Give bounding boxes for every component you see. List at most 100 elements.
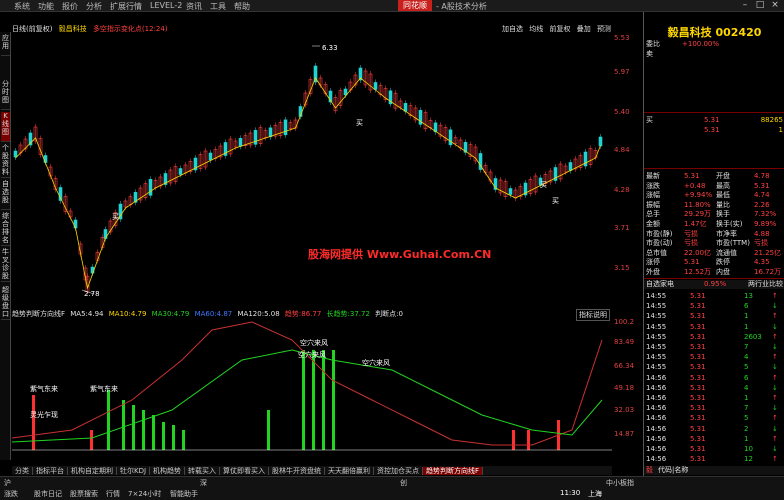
left-tab-profile[interactable]: 个股资料 [1, 144, 10, 178]
tick-row: 14:55 5.31 1 ↑ [644, 312, 784, 321]
tick-cell: 14:56 [646, 455, 667, 464]
status-item[interactable]: 智能助手 [170, 489, 198, 499]
tick-cell: 13 [744, 292, 753, 300]
add-watchlist-button[interactable]: 加自选 [502, 25, 523, 33]
panel-tag[interactable]: 毅 [646, 466, 653, 475]
tab-double[interactable]: 天天翻倍赢利 [325, 467, 375, 475]
tab-buy2[interactable]: 算仗即看买入 [220, 467, 270, 475]
indicator-bar [132, 405, 135, 450]
menu-level2[interactable]: LEVEL-2 [150, 1, 182, 10]
tick-cell: 6 [744, 302, 749, 311]
indicator-bar [107, 390, 110, 450]
menu-extended[interactable]: 扩展行情 [110, 1, 142, 12]
menu-quote[interactable]: 报价 [62, 1, 78, 12]
status-item[interactable]: 7×24小时 [128, 489, 161, 499]
tick-cell: 4 [744, 353, 749, 362]
stat-cell: 总市值 [646, 248, 667, 257]
market-sh[interactable]: 沪 [4, 478, 11, 488]
tick-cell: 14:56 [646, 373, 667, 382]
sector-tab[interactable]: 自选家电 [646, 280, 674, 289]
stat-cell: 涨跌 [646, 181, 660, 190]
market-label: 上海 [588, 490, 602, 498]
long-trend-value: 37.72 [349, 310, 370, 318]
market-cy[interactable]: 创 [400, 478, 407, 488]
status-item[interactable]: 涨跌 [4, 489, 18, 499]
indicator-tick: 32.03 [614, 406, 635, 414]
left-tab-orderbook[interactable]: 超级盘口 [1, 286, 10, 320]
clock: 11:30 [560, 489, 581, 497]
stock-code: 002420 [715, 26, 762, 39]
left-tab-diagnosis[interactable]: 牛叉诊股 [1, 248, 10, 282]
tick-cell: 2 [744, 424, 749, 433]
maximize-icon[interactable]: □ [753, 0, 767, 11]
tick-cell: 1 [744, 322, 749, 331]
ma30-value: 4.79 [173, 310, 190, 318]
tick-cell: 6 [744, 373, 749, 382]
menu-function[interactable]: 功能 [38, 1, 54, 12]
menu-analysis[interactable]: 分析 [86, 1, 102, 12]
code-name-label[interactable]: 代码|名称 [658, 466, 688, 475]
tick-row: 14:56 5.31 2 ↓ [644, 425, 784, 434]
menu-tools[interactable]: 工具 [210, 1, 226, 12]
stat-cell: 亏损 [684, 229, 698, 238]
kline-chart[interactable] [12, 34, 612, 306]
tab-bull[interactable]: 股林牛开资盘统 [269, 467, 326, 475]
overlay-button[interactable]: 叠加 [577, 25, 591, 33]
ma-button[interactable]: 均线 [529, 25, 543, 33]
price-axis: 5.53 5.97 5.40 4.84 4.28 3.71 3.15 [612, 34, 642, 304]
market-sme[interactable]: 中小板指 [606, 478, 634, 488]
wind-label: 空穴来风 [298, 351, 326, 359]
status-item[interactable]: 股市日记 [34, 489, 62, 499]
price-tick: 5.40 [614, 108, 630, 116]
stat-row: 涨幅 +9.94% 最低 4.74 [644, 191, 784, 200]
tab-add[interactable]: 资控加仓买点 [374, 467, 424, 475]
stat-row: 涨停 5.31 跌停 4.35 [644, 258, 784, 267]
stat-cell: 金额 [646, 220, 660, 228]
status-item[interactable]: 行情 [106, 489, 120, 499]
indicator-bar [142, 410, 145, 450]
indicator-title[interactable]: 趋势判断方向线F [12, 310, 65, 318]
status-item[interactable]: 股票搜索 [70, 489, 98, 499]
left-tab-timeshare[interactable]: 分时图 [1, 80, 10, 110]
stat-cell: 4.88 [754, 229, 770, 238]
status-bar: 沪 深 创 中小板指 涨跌 股市日记 股票搜索 行情 7×24小时 智能助手 1… [0, 476, 784, 500]
close-icon[interactable]: × [768, 0, 782, 11]
indicator-bar [322, 350, 325, 450]
tab-direction[interactable]: 趋势判断方向线F [423, 467, 484, 475]
menu-help[interactable]: 帮助 [234, 1, 250, 12]
minimize-icon[interactable]: – [738, 0, 752, 11]
tab-indicator[interactable]: 指标平台 [33, 467, 68, 475]
left-tab-ranking[interactable]: 综合排名 [1, 212, 10, 246]
tab-category[interactable]: 分类 [12, 467, 33, 475]
left-tab-apps[interactable]: 应用 [1, 34, 10, 56]
ratio-label: 委比 [646, 40, 660, 48]
price-tick: 3.71 [614, 224, 630, 232]
tick-cell: 14:55 [646, 322, 667, 331]
stat-cell: 4.78 [754, 172, 770, 180]
purple-label: 紫气东来 [30, 385, 58, 393]
stat-row: 总手 29.29万 换手 7.32% [644, 210, 784, 219]
tab-buy[interactable]: 转载买入 [185, 467, 221, 475]
left-tab-kline[interactable]: K线图 [1, 112, 10, 142]
tick-row: 14:55 5.31 2603 ↑ [644, 333, 784, 342]
indicator-bar [162, 422, 165, 450]
arrow-up-icon: ↑ [772, 373, 778, 382]
tab-kdj[interactable]: 牡尔KDJ [117, 467, 151, 475]
compare-tab[interactable]: 两行业比较 [748, 280, 783, 289]
left-tab-watchlist[interactable]: 自选股 [1, 180, 10, 210]
menu-news[interactable]: 资讯 [186, 1, 202, 12]
period-label[interactable]: 日线(前复权) [12, 25, 52, 33]
tick-cell: 5.31 [690, 373, 706, 382]
tab-custom[interactable]: 机构自定期利 [68, 467, 117, 475]
tick-cell: 5.31 [690, 363, 706, 372]
indicator-tick: 49.18 [614, 384, 635, 392]
adjust-button[interactable]: 前复权 [549, 25, 570, 33]
tick-row: 14:56 5.31 1 ↑ [644, 394, 784, 403]
tick-cell: 14:55 [646, 363, 667, 372]
tick-cell: 4 [744, 383, 749, 392]
tab-trend[interactable]: 机构趋势 [150, 467, 186, 475]
menu-system[interactable]: 系统 [14, 1, 30, 12]
signal-note: 多空指示变化点(12:24) [92, 25, 168, 33]
market-sz[interactable]: 深 [200, 478, 207, 488]
predict-button[interactable]: 预测 [597, 25, 611, 33]
